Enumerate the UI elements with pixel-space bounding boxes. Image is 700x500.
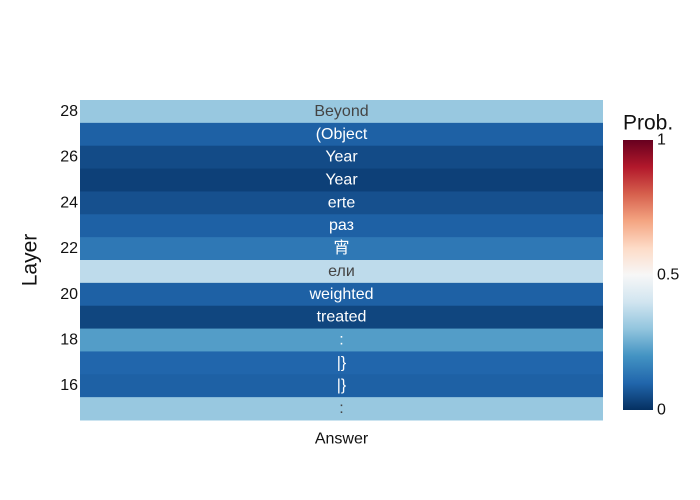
y-tick-label: 22 [60,240,78,257]
y-axis-title: Layer [19,234,42,287]
cell-token-label: erte [328,194,356,211]
colorbar: Prob. 10.50 [623,112,679,419]
cell-token-label: weighted [308,286,373,303]
colorbar-ticks: 10.50 [657,132,679,419]
cell-token-label: |} [337,354,347,371]
y-tick-label: 20 [60,286,78,303]
cell-token-label: treated [317,309,367,326]
cell-token-label: : [339,400,343,417]
colorbar-gradient [623,140,653,410]
cell-token-label: ели [328,263,355,280]
y-tick-label: 26 [60,149,78,166]
cell-token-label: (Object [316,126,368,143]
y-tick-label: 24 [60,194,78,211]
x-tick-label: Answer [315,431,369,448]
cell-token-label: 宵 [333,239,349,257]
cell-token-label: : [339,332,343,349]
y-axis-ticks: 28 26 24 22 20 18 16 [60,103,78,394]
cell-token-label: Beyond [314,103,368,120]
cell-token-label: Year [325,149,358,166]
heatmap-chart: Beyond (Object Year Year erte раз 宵 ели weighted… [19,100,679,448]
heatmap-cells: Beyond (Object Year Year erte раз 宵 ели weighted… [80,100,603,421]
y-tick-label: 18 [60,332,78,349]
cell-token-label: Year [325,172,358,189]
colorbar-tick-label: 0.5 [657,267,679,284]
cell-token-label: |} [337,377,347,394]
y-tick-label: 28 [60,103,78,120]
colorbar-tick-label: 1 [657,132,666,149]
colorbar-tick-label: 0 [657,402,666,419]
y-tick-label: 16 [60,377,78,394]
cell-token-label: раз [329,217,354,234]
